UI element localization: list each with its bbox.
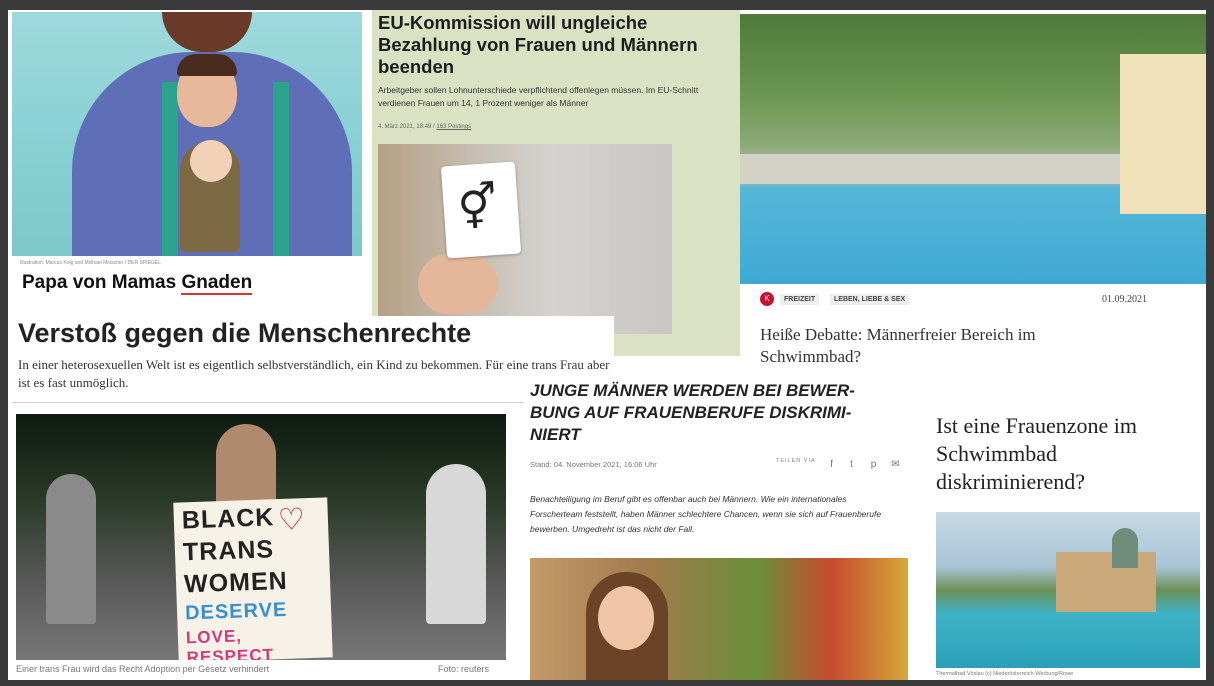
twitter-icon[interactable]: t bbox=[846, 459, 857, 470]
papa-headline-part2: Gnaden bbox=[181, 272, 253, 295]
papa-headline-part1: Papa von Mamas bbox=[22, 272, 182, 293]
verstoss-headline[interactable]: Verstoß gegen die Menschenrechte bbox=[18, 318, 471, 349]
protest-photo: BLACK ♡ TRANS WOMEN DESERVE LOVE, RESPEC… bbox=[16, 414, 506, 660]
junge-meta: Stand: 04. November 2021, 16:06 Uhr bbox=[530, 460, 657, 469]
eu-photo: ⚥ bbox=[378, 144, 672, 334]
frame-border-top bbox=[0, 0, 1214, 10]
eu-date: 4. März 2021, 18:49 bbox=[378, 124, 432, 130]
article-pool-debate[interactable]: K FREIZEIT LEBEN, LIEBE & SEX 01.09.2021… bbox=[740, 14, 1206, 374]
mail-icon[interactable]: ✉ bbox=[890, 459, 901, 470]
papa-credit: Illustration: Marcus Koig und Michael Me… bbox=[20, 260, 161, 266]
frame-border-left bbox=[0, 0, 8, 686]
eu-headline[interactable]: EU-Kommission will ungleiche Bezahlung v… bbox=[378, 12, 733, 78]
share-label: TEILEN VIA bbox=[776, 458, 816, 464]
collage: Illustration: Marcus Koig und Michael Me… bbox=[0, 0, 1214, 686]
protest-sign: BLACK ♡ TRANS WOMEN DESERVE LOVE, RESPEC… bbox=[173, 497, 333, 660]
heart-icon: ♡ bbox=[277, 503, 306, 538]
photo-hand bbox=[418, 254, 498, 314]
gender-equality-icon: ⚥ bbox=[456, 181, 500, 234]
tag-freizeit[interactable]: FREIZEIT bbox=[780, 294, 820, 305]
pool-date: 01.09.2021 bbox=[1102, 294, 1147, 305]
facebook-icon[interactable]: f bbox=[826, 459, 837, 470]
article-papa[interactable]: Illustration: Marcus Koig und Michael Me… bbox=[12, 12, 372, 312]
eu-postings-link[interactable]: 163 Postings bbox=[436, 124, 471, 130]
sign-line: BLACK bbox=[181, 503, 275, 535]
photo-person bbox=[46, 474, 96, 624]
zone-headline[interactable]: Ist eine Frauenzone im Schwimmbad diskri… bbox=[936, 412, 1198, 496]
junge-lead: Benachteiligung im Beruf gibt es offenba… bbox=[530, 494, 882, 534]
article-junge-maenner[interactable]: JUNGE MÄNNER WERDEN BEI BEWER- BUNG AUF … bbox=[524, 376, 910, 680]
pool-headline[interactable]: Heiße Debatte: Männerfreier Bereich im S… bbox=[760, 324, 1090, 368]
eu-meta: 4. März 2021, 18:49 / 163 Postings bbox=[378, 124, 471, 130]
photo-tower bbox=[1112, 528, 1138, 568]
pinterest-icon[interactable]: p bbox=[868, 459, 879, 470]
papa-headline[interactable]: Papa von Mamas Gnaden bbox=[22, 272, 253, 295]
tag-leben-liebe-sex[interactable]: LEBEN, LIEBE & SEX bbox=[830, 294, 910, 305]
frame-border-right bbox=[1206, 0, 1214, 686]
papa-illustration bbox=[12, 12, 362, 256]
verstoss-lead: In einer heterosexuellen Welt ist es eig… bbox=[18, 357, 610, 390]
photo-woman-face bbox=[598, 586, 654, 650]
sign-line: TRANS bbox=[182, 535, 275, 567]
article-eu-kommission[interactable]: EU-Kommission will ungleiche Bezahlung v… bbox=[372, 10, 740, 356]
illustration-father-hair bbox=[177, 54, 237, 76]
protest-credit: Foto: reuters bbox=[438, 664, 490, 674]
article-photo-protest[interactable]: BLACK ♡ TRANS WOMEN DESERVE LOVE, RESPEC… bbox=[12, 414, 508, 680]
zone-caption: Thermalbad Vöslau (c) Niederösterreich-W… bbox=[936, 671, 1074, 677]
thermalbad-photo bbox=[936, 512, 1200, 668]
illustration-baby-head bbox=[190, 140, 232, 182]
protest-caption: Einer trans Frau wird das Recht Adoption… bbox=[16, 664, 270, 674]
article-frauenzone[interactable]: Ist eine Frauenzone im Schwimmbad diskri… bbox=[928, 404, 1206, 680]
sign-line: LOVE, RESPECT bbox=[185, 626, 275, 660]
photo-building bbox=[1056, 552, 1156, 612]
sign-line: DESERVE bbox=[184, 598, 288, 625]
photo-person bbox=[426, 464, 486, 624]
photo-terrace bbox=[740, 154, 1120, 184]
eu-lead: Arbeitgeber sollen Lohnunterschiede verp… bbox=[378, 85, 699, 108]
kurier-logo-icon: K bbox=[760, 292, 774, 306]
sign-line: WOMEN bbox=[183, 566, 289, 599]
illustration-mother-hair bbox=[162, 12, 252, 52]
photo-card: ⚥ bbox=[440, 161, 522, 259]
supermarket-photo bbox=[530, 558, 908, 680]
junge-headline[interactable]: JUNGE MÄNNER WERDEN BEI BEWER- BUNG AUF … bbox=[530, 380, 900, 446]
pool-photo bbox=[740, 14, 1206, 284]
photo-building bbox=[1120, 54, 1206, 214]
frame-border-bottom bbox=[0, 680, 1214, 686]
